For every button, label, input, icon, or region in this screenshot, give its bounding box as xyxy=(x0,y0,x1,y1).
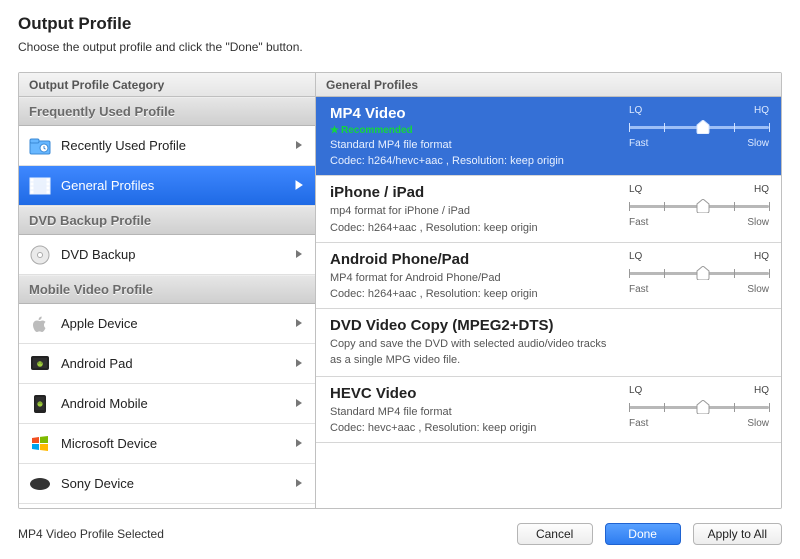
profiles-column-header: General Profiles xyxy=(316,73,781,97)
page-title: Output Profile xyxy=(18,14,782,34)
quality-slider-group: LQ HQ Fast Slow xyxy=(629,385,769,429)
category-item-dvdbackup[interactable]: DVD Backup xyxy=(19,235,315,275)
quality-slider[interactable] xyxy=(629,199,769,213)
category-section-header: DVD Backup Profile xyxy=(19,206,315,235)
profile-item-dvdcopy[interactable]: DVD Video Copy (MPEG2+DTS) Copy and save… xyxy=(316,309,781,377)
category-item-general[interactable]: General Profiles xyxy=(19,166,315,206)
category-section-header: Mobile Video Profile xyxy=(19,275,315,304)
quality-slider-group: LQ HQ Fast Slow xyxy=(629,251,769,295)
profile-item-hevc[interactable]: HEVC Video Standard MP4 file format Code… xyxy=(316,377,781,443)
slider-thumb-icon[interactable] xyxy=(696,400,710,414)
film-icon xyxy=(29,175,51,197)
star-icon: ★ xyxy=(330,125,339,136)
category-item-label: General Profiles xyxy=(61,178,154,193)
header: Output Profile Choose the output profile… xyxy=(0,0,800,64)
category-item-androidpad[interactable]: Android Pad xyxy=(19,344,315,384)
done-button[interactable]: Done xyxy=(605,523,681,545)
slow-label: Slow xyxy=(747,284,769,295)
category-item-label: DVD Backup xyxy=(61,247,135,262)
output-profile-window: Output Profile Choose the output profile… xyxy=(0,0,800,559)
category-item-sony[interactable]: Sony Device xyxy=(19,464,315,504)
quality-slider[interactable] xyxy=(629,400,769,414)
page-subtitle: Choose the output profile and click the … xyxy=(18,40,782,54)
profile-item-mp4[interactable]: MP4 Video ★Recommended Standard MP4 file… xyxy=(316,97,781,176)
quality-slider-group: LQ HQ Fast Slow xyxy=(629,184,769,228)
category-item-recent[interactable]: Recently Used Profile xyxy=(19,126,315,166)
slow-label: Slow xyxy=(747,217,769,228)
quality-slider[interactable] xyxy=(629,266,769,280)
fast-label: Fast xyxy=(629,138,648,149)
hq-label: HQ xyxy=(754,385,769,396)
slow-label: Slow xyxy=(747,138,769,149)
slow-label: Slow xyxy=(747,418,769,429)
category-item-apple[interactable]: Apple Device xyxy=(19,304,315,344)
lq-label: LQ xyxy=(629,251,642,262)
slider-thumb-icon[interactable] xyxy=(696,199,710,213)
profile-item-android[interactable]: Android Phone/Pad MP4 format for Android… xyxy=(316,243,781,309)
category-item-label: Sony Device xyxy=(61,476,134,491)
chevron-right-icon xyxy=(295,356,303,371)
category-item-androidmobile[interactable]: Android Mobile xyxy=(19,384,315,424)
sony-icon xyxy=(29,473,51,495)
profile-title: DVD Video Copy (MPEG2+DTS) xyxy=(330,317,769,334)
profile-codec: Codec: h264/hevc+aac , Resolution: keep … xyxy=(330,155,769,167)
category-item-label: Android Pad xyxy=(61,356,133,371)
chevron-right-icon xyxy=(295,247,303,262)
category-item-label: Microsoft Device xyxy=(61,436,157,451)
fast-label: Fast xyxy=(629,284,648,295)
category-column-header: Output Profile Category xyxy=(19,73,315,97)
apple-icon xyxy=(29,313,51,335)
category-item-label: Apple Device xyxy=(61,316,138,331)
lq-label: LQ xyxy=(629,105,642,116)
category-column[interactable]: Output Profile Category Frequently Used … xyxy=(19,73,316,508)
windows-icon xyxy=(29,433,51,455)
slider-thumb-icon[interactable] xyxy=(696,266,710,280)
hq-label: HQ xyxy=(754,251,769,262)
android-tablet-icon xyxy=(29,353,51,375)
chevron-right-icon xyxy=(295,178,303,193)
lq-label: LQ xyxy=(629,184,642,195)
clock-folder-icon xyxy=(29,135,51,157)
lq-label: LQ xyxy=(629,385,642,396)
disc-icon xyxy=(29,244,51,266)
chevron-right-icon xyxy=(295,436,303,451)
category-section-header: Frequently Used Profile xyxy=(19,97,315,126)
hq-label: HQ xyxy=(754,105,769,116)
quality-slider-group: LQ HQ Fast Slow xyxy=(629,105,769,149)
content-area: Output Profile Category Frequently Used … xyxy=(18,72,782,509)
chevron-right-icon xyxy=(295,476,303,491)
android-phone-icon xyxy=(29,393,51,415)
category-item-label: Recently Used Profile xyxy=(61,138,186,153)
fast-label: Fast xyxy=(629,217,648,228)
slider-thumb-icon[interactable] xyxy=(696,120,710,134)
apply-to-all-button[interactable]: Apply to All xyxy=(693,523,782,545)
profile-item-iphone[interactable]: iPhone / iPad mp4 format for iPhone / iP… xyxy=(316,176,781,242)
chevron-right-icon xyxy=(295,138,303,153)
chevron-right-icon xyxy=(295,396,303,411)
hq-label: HQ xyxy=(754,184,769,195)
quality-slider[interactable] xyxy=(629,120,769,134)
status-text: MP4 Video Profile Selected xyxy=(18,527,164,541)
chevron-right-icon xyxy=(295,316,303,331)
profile-desc: Copy and save the DVD with selected audi… xyxy=(330,337,769,368)
footer: MP4 Video Profile Selected Cancel Done A… xyxy=(0,509,800,559)
profiles-column[interactable]: General Profiles MP4 Video ★Recommended … xyxy=(316,73,781,508)
category-item-microsoft[interactable]: Microsoft Device xyxy=(19,424,315,464)
cancel-button[interactable]: Cancel xyxy=(517,523,593,545)
category-item-label: Android Mobile xyxy=(61,396,148,411)
fast-label: Fast xyxy=(629,418,648,429)
